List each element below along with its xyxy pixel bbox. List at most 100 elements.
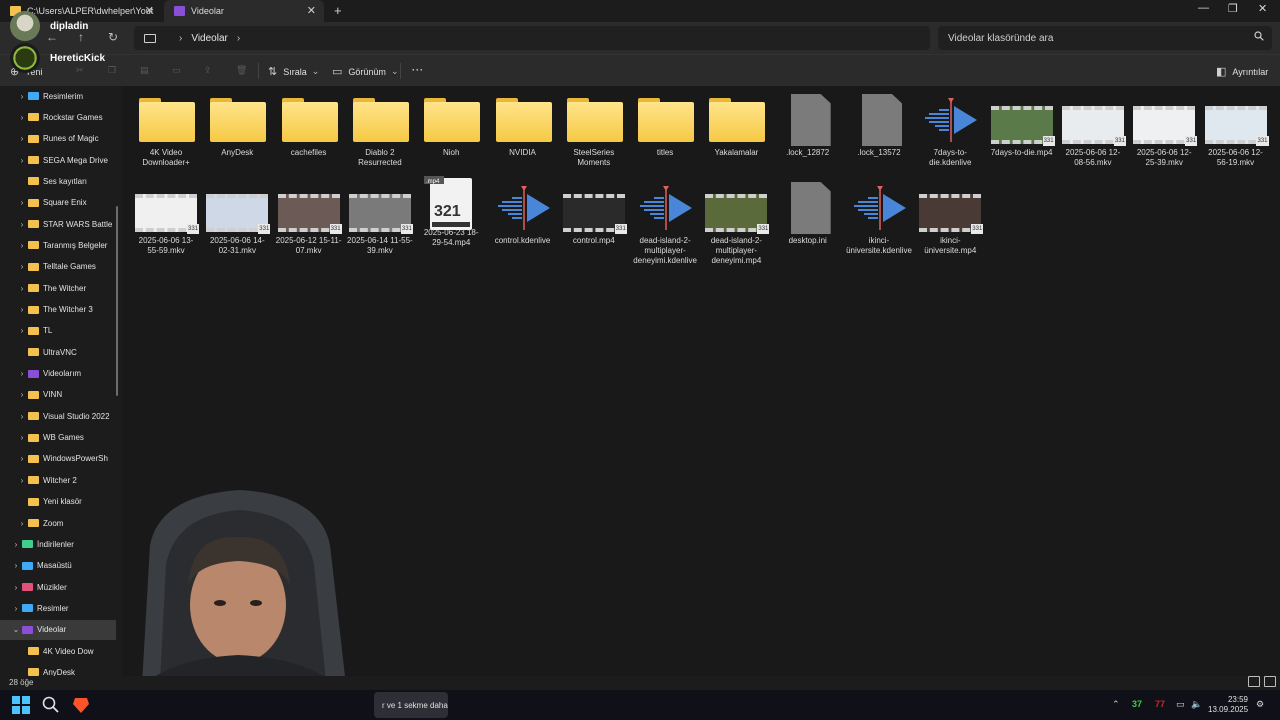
chevron-right-icon[interactable]: ›	[16, 412, 28, 421]
sidebar-item[interactable]: › The Witcher	[0, 278, 116, 298]
chevron-right-icon[interactable]: ›	[16, 476, 28, 485]
chevron-right-icon[interactable]: ›	[16, 326, 28, 335]
chevron-right-icon[interactable]: ›	[16, 156, 28, 165]
windows-start-icon[interactable]	[12, 696, 30, 714]
file-item[interactable]: 7days-to-die.kdenlive	[917, 94, 983, 168]
file-item[interactable]: desktop.ini	[775, 182, 841, 246]
network-icon[interactable]: ▭	[1176, 699, 1185, 710]
chevron-right-icon[interactable]: ›	[16, 113, 28, 122]
chevron-right-icon[interactable]: ›	[10, 583, 22, 592]
sidebar-item[interactable]: › The Witcher 3	[0, 300, 116, 320]
sidebar-item[interactable]: › İndirilenler	[0, 534, 116, 554]
file-item[interactable]: 2025-06-06 13-55-59.mkv	[133, 182, 199, 256]
file-item[interactable]: 7days-to-die.mp4	[989, 94, 1055, 158]
folder-item[interactable]: titles	[632, 94, 698, 158]
view-button[interactable]: ▭ Görünüm ⌄	[332, 65, 398, 78]
chevron-right-icon[interactable]: ›	[16, 369, 28, 378]
sidebar-item[interactable]: › Telltale Games	[0, 257, 116, 277]
file-item[interactable]: 2025-06-06 12-56-19.mkv	[1203, 94, 1269, 168]
folder-item[interactable]: Yakalamalar	[703, 94, 769, 158]
chevron-down-icon[interactable]: ⌄	[10, 625, 22, 634]
sort-button[interactable]: ⇅ Sırala ⌄	[268, 65, 319, 78]
file-item[interactable]: ikinci-üniversite.mp4	[917, 182, 984, 256]
volume-icon[interactable]: 🔈	[1191, 699, 1202, 710]
share-icon[interactable]: ⇪	[204, 65, 212, 76]
tray-green-counter[interactable]: 37	[1132, 699, 1142, 709]
new-tab-button[interactable]: +	[334, 3, 342, 18]
settings-icon[interactable]: ⚙	[1256, 699, 1264, 710]
taskbar-app-explorer[interactable]: r ve 1 sekme daha	[374, 692, 448, 718]
chevron-right-icon[interactable]: ›	[10, 561, 22, 570]
folder-item[interactable]: AnyDesk	[204, 94, 270, 158]
folder-item[interactable]: SteelSeries Moments	[561, 94, 627, 168]
rename-icon[interactable]: ▭	[172, 65, 181, 76]
window-close-button[interactable]: ✕	[1258, 2, 1267, 15]
file-item[interactable]: 2025-06-14 11-55-39.mkv	[347, 182, 413, 256]
tray-red-counter[interactable]: 77	[1155, 699, 1165, 709]
chevron-up-icon[interactable]: ⌃	[1112, 699, 1120, 710]
chevron-right-icon[interactable]: ›	[16, 305, 28, 314]
sidebar-item[interactable]: › Witcher 2	[0, 470, 116, 490]
sidebar-item[interactable]: › Taranmış Belgeler	[0, 235, 116, 255]
sidebar-item[interactable]: › Videolarım	[0, 364, 116, 384]
sidebar-item[interactable]: › TL	[0, 321, 116, 341]
file-item[interactable]: 2025-06-06 12-25-39.mkv	[1131, 94, 1198, 168]
sidebar-item[interactable]: AnyDesk	[0, 662, 116, 676]
sidebar-item[interactable]: › Masaüstü	[0, 556, 116, 576]
sidebar-item[interactable]: › VINN	[0, 385, 116, 405]
chevron-right-icon[interactable]: ›	[16, 519, 28, 528]
chevron-right-icon[interactable]: ›	[16, 241, 28, 250]
sidebar-item[interactable]: 4K Video Dow	[0, 641, 116, 661]
sidebar-scrollbar[interactable]	[116, 206, 118, 396]
maximize-button[interactable]: ❐	[1228, 2, 1238, 15]
sidebar-item[interactable]: › WB Games	[0, 428, 116, 448]
folder-item[interactable]: cachefiles	[276, 94, 342, 158]
sidebar-item[interactable]: Yeni klasör	[0, 492, 116, 512]
sidebar-item[interactable]: › Runes of Magic	[0, 129, 116, 149]
sidebar-item[interactable]: › Resimlerim	[0, 86, 116, 106]
breadcrumb-videolar[interactable]: Videolar	[191, 33, 228, 44]
folder-item[interactable]: Nioh	[418, 94, 484, 158]
sidebar-item[interactable]: ⌄ Videolar	[0, 619, 116, 640]
file-item[interactable]: .lock_13572	[846, 94, 912, 158]
sidebar-item[interactable]: › Müzikler	[0, 577, 116, 597]
address-bar[interactable]: › Videolar ›	[134, 26, 930, 50]
chevron-right-icon[interactable]: ›	[179, 33, 182, 44]
file-item[interactable]: ikinci-üniversite.kdenlive	[846, 182, 912, 256]
tiles-view-icon[interactable]	[1264, 676, 1276, 687]
sidebar-item[interactable]: › SEGA Mega Drive	[0, 150, 116, 170]
refresh-icon[interactable]: ↻	[108, 30, 118, 44]
chevron-right-icon[interactable]: ›	[16, 92, 28, 101]
minimize-button[interactable]: —	[1198, 2, 1209, 14]
more-options-button[interactable]: ···	[412, 65, 424, 75]
file-item[interactable]: 2025-06-06 12-08-56.mkv	[1060, 94, 1126, 168]
folder-item[interactable]: NVIDIA	[490, 94, 556, 158]
sidebar-item[interactable]: › WindowsPowerSh	[0, 449, 116, 469]
file-item[interactable]: 2025-06-12 15-11-07.mkv	[276, 182, 342, 256]
sidebar-item[interactable]: › Visual Studio 2022	[0, 406, 116, 426]
details-button[interactable]: ◧ Ayrıntılar	[1216, 65, 1268, 78]
chevron-right-icon[interactable]: ›	[16, 390, 28, 399]
chevron-right-icon[interactable]: ›	[16, 284, 28, 293]
chevron-right-icon[interactable]: ›	[237, 33, 240, 44]
chevron-right-icon[interactable]: ›	[16, 220, 28, 229]
sidebar-item[interactable]: › Resimler	[0, 598, 116, 618]
brave-browser-icon[interactable]	[72, 696, 90, 714]
sidebar-item[interactable]: Ses kayıtları	[0, 171, 116, 191]
chevron-right-icon[interactable]: ›	[16, 454, 28, 463]
sidebar-item[interactable]: › Zoom	[0, 513, 116, 533]
details-view-icon[interactable]	[1248, 676, 1260, 687]
system-clock[interactable]: 23:59 13.09.2025	[1208, 695, 1248, 715]
chevron-right-icon[interactable]: ›	[16, 433, 28, 442]
paste-icon[interactable]: ▤	[140, 65, 149, 76]
sidebar-item[interactable]: UltraVNC	[0, 342, 116, 362]
file-item[interactable]: dead-island-2-multiplayer-deneyimi.kdenl…	[632, 182, 698, 266]
sidebar-item[interactable]: › STAR WARS Battle	[0, 214, 116, 234]
file-item[interactable]: 2025-06-06 14-02-31.mkv	[204, 182, 271, 256]
close-icon[interactable]: ✕	[145, 4, 154, 17]
file-item[interactable]: control.mp4	[561, 182, 627, 246]
folder-item[interactable]: Diablo 2 Resurrected	[347, 94, 413, 168]
sidebar-item[interactable]: › Square Enix	[0, 193, 116, 213]
chevron-right-icon[interactable]: ›	[10, 540, 22, 549]
folder-item[interactable]: 4K Video Downloader+	[133, 94, 199, 168]
